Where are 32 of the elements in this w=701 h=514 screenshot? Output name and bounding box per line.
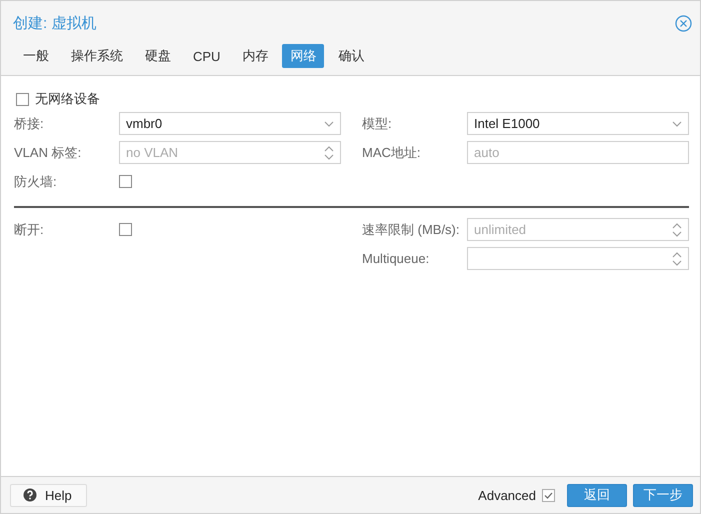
help-button[interactable]: Help — [10, 484, 87, 506]
checkbox-label: 无网络设备 — [35, 90, 100, 108]
field-label: Multiqueue: — [362, 251, 430, 266]
window-title: 创建: 虚拟机 — [13, 14, 98, 32]
number-field[interactable] — [467, 247, 689, 270]
tab[interactable]: 确认 — [330, 44, 372, 68]
tab[interactable]: 内存 — [234, 44, 276, 68]
caret-icon[interactable] — [324, 120, 334, 126]
checkbox[interactable] — [16, 92, 29, 106]
tab[interactable]: 硬盘 — [137, 44, 179, 68]
spinner-icon[interactable] — [324, 144, 334, 160]
field-label: MAC地址: — [362, 144, 422, 162]
field-label: 断开: — [14, 220, 45, 238]
caret-icon[interactable] — [672, 120, 682, 126]
checkbox[interactable] — [119, 223, 132, 236]
select-field[interactable]: Intel E1000 — [467, 112, 689, 135]
field-label: 速率限制 (MB/s): — [362, 220, 460, 238]
field-label: VLAN 标签: — [14, 144, 82, 162]
help-icon — [23, 488, 37, 502]
checkbox[interactable] — [119, 175, 132, 188]
field-label: 防火墙: — [14, 172, 58, 190]
field-label: 桥接: — [14, 114, 45, 132]
tab[interactable]: 一般 — [15, 44, 57, 68]
tab[interactable]: 操作系统 — [63, 44, 131, 68]
close-icon[interactable] — [675, 14, 692, 32]
spinner-icon[interactable] — [672, 222, 682, 238]
select-field[interactable]: vmbr0 — [119, 112, 341, 135]
field-label: 模型: — [362, 114, 393, 132]
advanced-label: Advanced — [478, 488, 536, 502]
spinner-icon[interactable] — [672, 250, 682, 266]
tab[interactable]: CPU — [185, 44, 228, 68]
advanced-checkbox[interactable] — [542, 488, 555, 502]
